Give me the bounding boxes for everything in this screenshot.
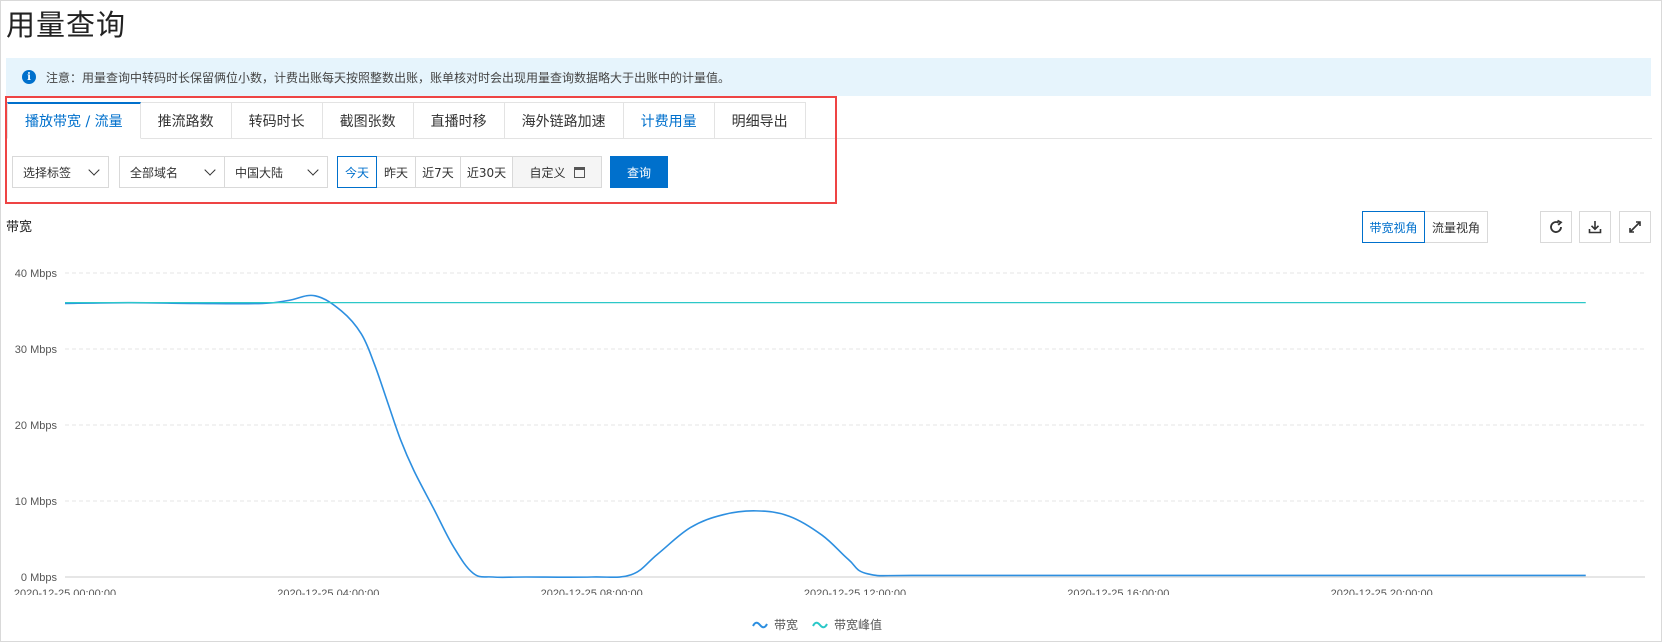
tab-time-shift[interactable]: 直播时移 xyxy=(413,102,505,139)
region-select[interactable]: 中国大陆 xyxy=(225,156,328,188)
query-button[interactable]: 查询 xyxy=(610,156,668,188)
date-today-button[interactable]: 今天 xyxy=(337,156,377,188)
tab-bar: 播放带宽 / 流量 推流路数 转码时长 截图张数 直播时移 海外链路加速 计费用… xyxy=(7,102,806,139)
y-tick-label: 20 Mbps xyxy=(15,420,58,432)
traffic-view-button[interactable]: 流量视角 xyxy=(1425,211,1488,243)
date-yesterday-button[interactable]: 昨天 xyxy=(377,156,416,188)
calendar-icon xyxy=(573,166,585,178)
y-tick-label: 10 Mbps xyxy=(15,496,58,508)
tag-select-value: 选择标签 xyxy=(23,165,72,180)
chart-legend: 带宽 带宽峰值 xyxy=(752,616,896,633)
legend-label: 带宽峰值 xyxy=(834,618,883,632)
date-7days-button[interactable]: 近7天 xyxy=(416,156,461,188)
tab-push-streams[interactable]: 推流路数 xyxy=(140,102,232,139)
tab-transcode-duration[interactable]: 转码时长 xyxy=(231,102,323,139)
chevron-down-icon xyxy=(88,163,100,176)
legend-item-bandwidth[interactable]: 带宽 xyxy=(752,616,798,633)
fullscreen-button[interactable] xyxy=(1619,211,1651,243)
tab-bandwidth-traffic[interactable]: 播放带宽 / 流量 xyxy=(7,102,141,139)
notice-text: 注意：用量查询中转码时长保留俩位小数，计费出账每天按照整数出账，账单核对时会出现… xyxy=(46,70,731,85)
refresh-button[interactable] xyxy=(1540,211,1572,243)
wave-icon xyxy=(752,621,768,628)
domain-select[interactable]: 全部域名 xyxy=(119,156,225,188)
region-select-value: 中国大陆 xyxy=(235,165,284,180)
date-custom-label: 自定义 xyxy=(529,165,566,180)
tab-billing-usage[interactable]: 计费用量 xyxy=(623,102,715,139)
notice-banner: i 注意：用量查询中转码时长保留俩位小数，计费出账每天按照整数出账，账单核对时会… xyxy=(6,58,1651,96)
page-title: 用量查询 xyxy=(6,8,127,42)
legend-label: 带宽 xyxy=(774,618,799,632)
y-tick-label: 30 Mbps xyxy=(15,344,58,356)
x-tick-label: 2020-12-25 04:00:00 xyxy=(277,588,379,595)
filter-bar: 选择标签 全部域名 中国大陆 今天 昨天 近7天 近30天 自定义 查询 xyxy=(12,156,668,188)
legend-item-peak[interactable]: 带宽峰值 xyxy=(812,616,882,633)
chart-title: 带宽 xyxy=(6,220,33,235)
domain-select-value: 全部域名 xyxy=(130,165,179,180)
y-tick-label: 40 Mbps xyxy=(15,268,58,280)
series-line-bandwidth xyxy=(64,294,1586,579)
wave-icon xyxy=(812,621,828,628)
tab-snapshots[interactable]: 截图张数 xyxy=(322,102,414,139)
info-icon: i xyxy=(22,70,36,84)
chevron-down-icon xyxy=(307,163,319,176)
bandwidth-chart: 0 Mbps 10 Mbps 20 Mbps 30 Mbps 40 Mbps 2020-1… xyxy=(14,268,1645,595)
refresh-icon xyxy=(1550,219,1563,233)
x-tick-label: 2020-12-25 16:00:00 xyxy=(1067,588,1169,595)
x-tick-label: 2020-12-25 08:00:00 xyxy=(541,588,643,595)
download-icon xyxy=(1588,221,1602,234)
tab-detail-export[interactable]: 明细导出 xyxy=(714,102,806,139)
bandwidth-view-button[interactable]: 带宽视角 xyxy=(1362,211,1425,243)
date-30days-button[interactable]: 近30天 xyxy=(461,156,513,188)
download-button[interactable] xyxy=(1579,211,1611,243)
x-tick-label: 2020-12-25 20:00:00 xyxy=(1331,588,1433,595)
date-custom-picker[interactable]: 自定义 xyxy=(513,156,602,188)
tab-overseas-acceleration[interactable]: 海外链路加速 xyxy=(504,102,624,139)
x-tick-label: 2020-12-25 12:00:00 xyxy=(804,588,906,595)
chevron-down-icon xyxy=(204,163,216,176)
tag-select[interactable]: 选择标签 xyxy=(12,156,109,188)
view-toggle: 带宽视角 流量视角 xyxy=(1362,211,1488,243)
y-tick-label: 0 Mbps xyxy=(21,572,58,584)
x-tick-label: 2020-12-25 00:00:00 xyxy=(14,588,116,595)
fullscreen-icon xyxy=(1629,221,1641,233)
